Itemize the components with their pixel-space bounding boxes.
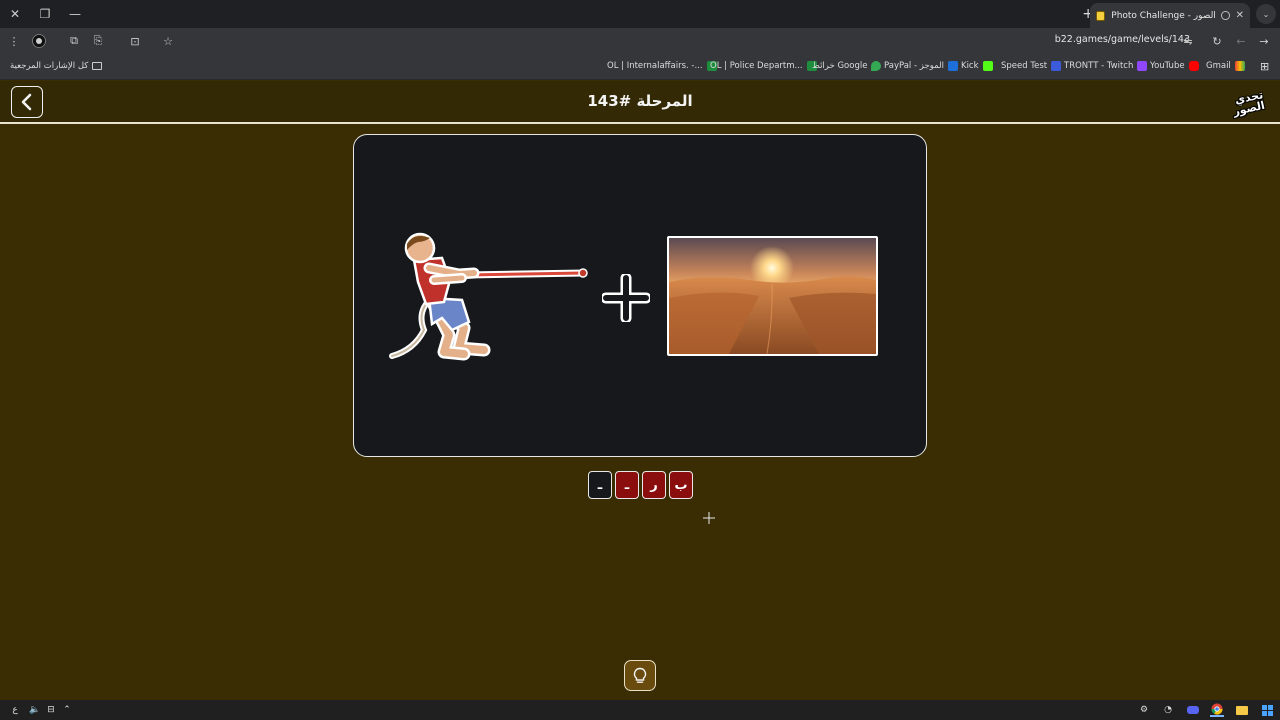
hint-button[interactable] <box>624 660 656 691</box>
volume-icon[interactable]: 🔈 <box>28 703 42 717</box>
bookmark-label: Kick <box>961 61 979 71</box>
bookmark-item[interactable]: OL | Internalaffairs. -... <box>607 61 717 71</box>
crosshair-cursor-icon <box>703 512 715 524</box>
bookmark-label: YouTube <box>1150 61 1185 71</box>
bookmark-item[interactable]: PayPal - الموجز <box>884 61 958 71</box>
network-icon[interactable]: ⊟ <box>44 703 58 717</box>
browser-toolbar: ⋮ ⧉ ⎘ ⊡ ☆ b22.games/game/levels/143 ⇋ ↻ … <box>0 28 1280 55</box>
app-icon[interactable]: ◔ <box>1161 703 1175 717</box>
browser-tab[interactable]: Photo Challenge - تحدي الصور ✕ <box>1090 3 1250 28</box>
file-explorer-icon[interactable] <box>1235 703 1249 717</box>
bookmark-item[interactable]: Gmail <box>1206 61 1245 71</box>
answer-slot[interactable]: ب <box>669 471 693 499</box>
person-pulling-rope-image <box>389 232 588 361</box>
bookmark-label: TRONTT - Twitch <box>1064 61 1134 71</box>
paypal-icon <box>947 61 958 71</box>
globe-icon <box>1221 11 1230 20</box>
tab-list-icon[interactable]: ⌄ <box>1256 4 1276 24</box>
answer-slots: ـ ـ ر ب <box>588 471 693 499</box>
bookmark-item[interactable]: خرائط Google <box>812 61 882 71</box>
chevron-up-icon[interactable]: ⌃ <box>60 703 74 717</box>
discord-icon[interactable] <box>1186 703 1200 717</box>
slot-letter: ـ <box>624 477 630 493</box>
all-bookmarks[interactable]: كل الإشارات المرجعية <box>10 61 103 71</box>
bookmark-label: PayPal - الموجز <box>884 61 944 71</box>
game-header: المرحلة #143 تحدي الصور <box>0 81 1280 124</box>
bookmark-label: خرائط Google <box>812 61 868 71</box>
reload-icon[interactable]: ↻ <box>1209 33 1225 49</box>
bookmark-item[interactable]: YouTube <box>1150 61 1199 71</box>
extension-avatar-icon[interactable] <box>31 33 47 49</box>
browser-tabbar: ✕ ❐ — + Photo Challenge - تحدي الصور ✕ ⌄ <box>0 0 1280 28</box>
bookmark-label: OL | Internalaffairs. -... <box>607 61 703 71</box>
kick-icon <box>982 61 993 71</box>
extensions-icon[interactable]: ⊡ <box>127 33 143 49</box>
level-title: المرحلة #143 <box>587 92 693 110</box>
address-bar[interactable]: b22.games/game/levels/143 <box>1055 34 1190 45</box>
bookmark-label: Gmail <box>1206 61 1231 71</box>
folder-icon <box>92 62 103 70</box>
screenshot-icon[interactable]: ⧉ <box>66 33 82 49</box>
bookmark-item[interactable]: Kick <box>961 61 993 71</box>
site-settings-icon[interactable]: ⇋ <box>1180 33 1196 49</box>
tab-title: Photo Challenge - تحدي الصور <box>1111 10 1216 21</box>
window-minimize-icon[interactable]: — <box>66 5 84 23</box>
forward-arrow-icon[interactable]: → <box>1256 33 1272 49</box>
menu-dots-icon[interactable]: ⋮ <box>6 33 22 49</box>
window-close-icon[interactable]: ✕ <box>6 5 24 23</box>
windows-start-icon[interactable] <box>1260 703 1274 717</box>
window-restore-icon[interactable]: ❐ <box>36 5 54 23</box>
translate-icon[interactable]: ⎘ <box>90 33 106 49</box>
slot-letter: ـ <box>597 477 603 493</box>
bookmarks-bar: كل الإشارات المرجعية OL | Internalaffair… <box>0 55 1280 80</box>
language-indicator[interactable]: ع <box>8 703 22 717</box>
chrome-icon[interactable] <box>1210 703 1224 717</box>
tab-close-icon[interactable]: ✕ <box>1236 10 1244 21</box>
answer-slot[interactable]: ر <box>642 471 666 499</box>
bookmark-item[interactable]: TRONTT - Twitch <box>1064 61 1148 71</box>
answer-slot[interactable]: ـ <box>615 471 639 499</box>
bookmark-star-icon[interactable]: ☆ <box>160 33 176 49</box>
desert-sunset-image <box>667 236 878 356</box>
bookmark-label: OL | Police Departm... <box>710 61 803 71</box>
game-logo[interactable]: تحدي الصور <box>1230 86 1268 120</box>
gmail-icon <box>1234 61 1245 71</box>
bookmark-label: Speed Test <box>1001 61 1048 71</box>
os-taskbar: ع 🔈 ⊟ ⌃ ⚙ ◔ <box>0 700 1280 720</box>
bookmark-item[interactable]: Speed Test <box>1001 61 1062 71</box>
answer-slot[interactable]: ـ <box>588 471 612 499</box>
maps-icon <box>871 61 882 71</box>
plus-icon <box>602 274 650 322</box>
twitch-icon <box>1137 61 1148 71</box>
back-arrow-icon[interactable]: ← <box>1233 33 1249 49</box>
slot-letter: ب <box>674 477 688 493</box>
youtube-icon <box>1188 61 1199 71</box>
tab-favicon-icon <box>1096 10 1106 21</box>
apps-grid-icon[interactable]: ⊞ <box>1260 60 1269 73</box>
slot-letter: ر <box>650 477 658 493</box>
all-bookmarks-label: كل الإشارات المرجعية <box>10 61 89 71</box>
lightbulb-icon <box>633 667 647 683</box>
puzzle-card <box>353 134 927 457</box>
bookmark-item[interactable]: OL | Police Departm... <box>710 61 817 71</box>
settings-app-icon[interactable]: ⚙ <box>1137 703 1151 717</box>
speedtest-icon <box>1051 61 1062 71</box>
